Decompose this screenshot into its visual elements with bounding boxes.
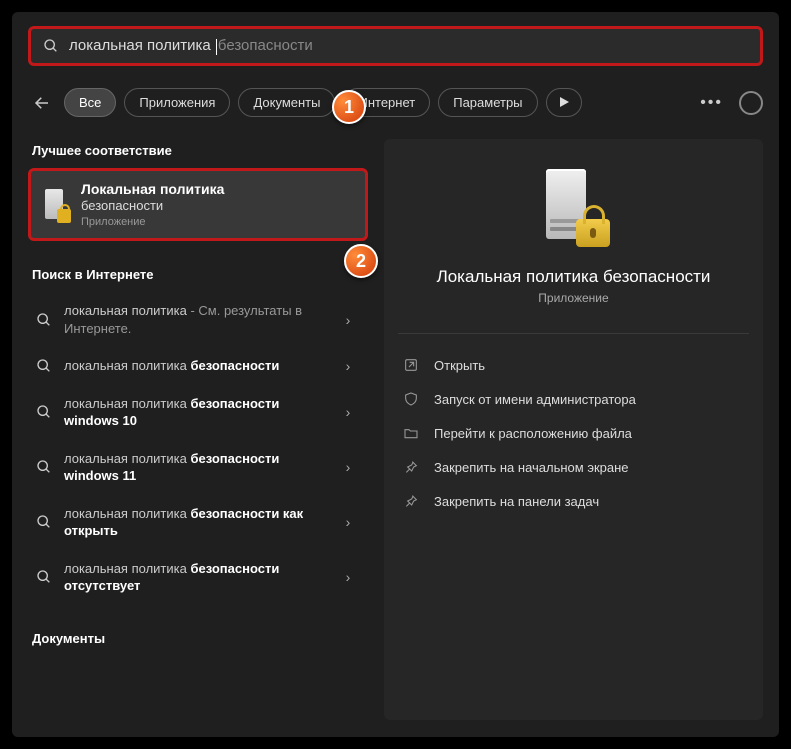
search-input[interactable]: локальная политика безопасности [28, 26, 763, 66]
chevron-right-icon: › [336, 404, 360, 420]
action-file-location[interactable]: Перейти к расположению файла [398, 416, 749, 450]
web-result-text: локальная политика безопасности отсутств… [64, 560, 336, 595]
filter-more[interactable] [546, 88, 582, 117]
best-match-subtitle: безопасности [81, 198, 224, 213]
web-result-text: локальная политика - См. результаты в Ин… [64, 302, 336, 337]
detail-title: Локальная политика безопасности [398, 267, 749, 287]
filter-row: Все Приложения Документы Интернет Параме… [28, 88, 763, 117]
folder-icon [402, 424, 420, 442]
back-button[interactable] [28, 89, 56, 117]
search-text: локальная политика безопасности [69, 37, 313, 54]
filter-apps[interactable]: Приложения [124, 88, 230, 117]
action-location-label: Перейти к расположению файла [434, 426, 632, 441]
action-pin-start-label: Закрепить на начальном экране [434, 460, 629, 475]
more-options[interactable]: ••• [692, 90, 731, 116]
chevron-right-icon: › [336, 312, 360, 328]
chevron-right-icon: › [336, 514, 360, 530]
search-icon [32, 569, 56, 585]
action-run-admin[interactable]: Запуск от имени администратора [398, 382, 749, 416]
best-match-type: Приложение [81, 216, 224, 228]
pin-icon [402, 458, 420, 476]
web-result[interactable]: локальная политика безопасности отсутств… [28, 550, 368, 605]
web-result[interactable]: локальная политика безопасности› [28, 347, 368, 385]
profile-button[interactable] [739, 91, 763, 115]
search-icon [43, 38, 59, 54]
section-documents: Документы [32, 631, 368, 646]
web-result[interactable]: локальная политика - См. результаты в Ин… [28, 292, 368, 347]
search-icon [32, 514, 56, 530]
annotation-2: 2 [344, 244, 378, 278]
action-admin-label: Запуск от имени администратора [434, 392, 636, 407]
web-result-text: локальная политика безопасности windows … [64, 450, 336, 485]
filter-all[interactable]: Все [64, 88, 116, 117]
chevron-right-icon: › [336, 358, 360, 374]
action-open[interactable]: Открыть [398, 348, 749, 382]
web-result-text: локальная политика безопасности как откр… [64, 505, 336, 540]
filter-docs[interactable]: Документы [238, 88, 335, 117]
web-result[interactable]: локальная политика безопасности windows … [28, 385, 368, 440]
search-icon [32, 404, 56, 420]
action-pin-taskbar[interactable]: Закрепить на панели задач [398, 484, 749, 518]
detail-panel: Локальная политика безопасности Приложен… [384, 139, 763, 720]
search-icon [32, 358, 56, 374]
action-pin-start[interactable]: Закрепить на начальном экране [398, 450, 749, 484]
play-icon [559, 97, 569, 107]
web-result-text: локальная политика безопасности [64, 357, 336, 375]
annotation-1: 1 [332, 90, 366, 124]
chevron-right-icon: › [336, 569, 360, 585]
detail-type: Приложение [398, 291, 749, 305]
security-policy-icon-large [538, 169, 610, 249]
search-icon [32, 312, 56, 328]
pin-icon [402, 492, 420, 510]
search-icon [32, 459, 56, 475]
chevron-right-icon: › [336, 459, 360, 475]
shield-icon [402, 390, 420, 408]
best-match-result[interactable]: Локальная политика безопасности Приложен… [28, 168, 368, 241]
arrow-left-icon [33, 94, 51, 112]
web-result[interactable]: локальная политика безопасности как откр… [28, 495, 368, 550]
action-pin-taskbar-label: Закрепить на панели задач [434, 494, 599, 509]
web-result-text: локальная политика безопасности windows … [64, 395, 336, 430]
security-policy-icon [43, 189, 69, 221]
section-web: Поиск в Интернете [32, 267, 368, 282]
divider [398, 333, 749, 334]
main-content: Лучшее соответствие Локальная политика б… [28, 139, 763, 720]
open-icon [402, 356, 420, 374]
best-match-title: Локальная политика [81, 181, 224, 197]
action-open-label: Открыть [434, 358, 485, 373]
filter-settings[interactable]: Параметры [438, 88, 537, 117]
results-column: Лучшее соответствие Локальная политика б… [28, 139, 368, 720]
search-window: локальная политика безопасности 1 2 Все … [12, 12, 779, 737]
section-best-match: Лучшее соответствие [32, 143, 368, 158]
web-result[interactable]: локальная политика безопасности windows … [28, 440, 368, 495]
